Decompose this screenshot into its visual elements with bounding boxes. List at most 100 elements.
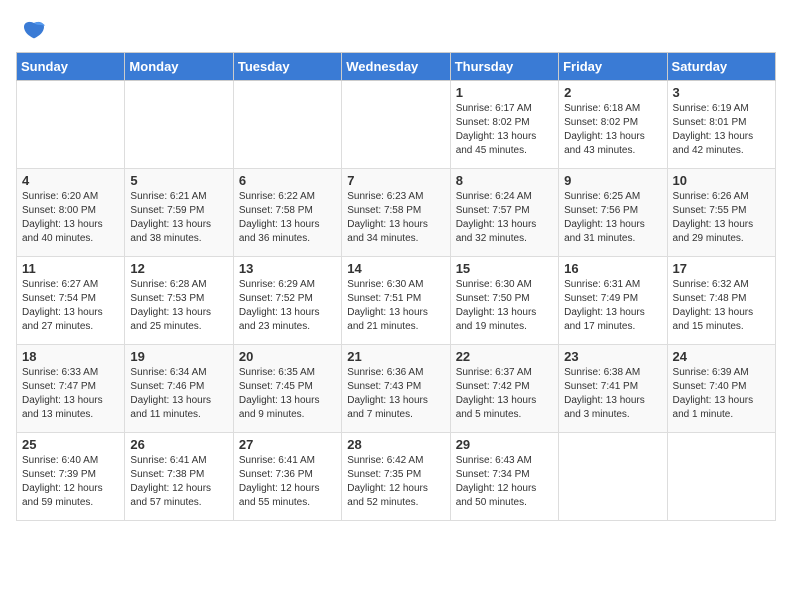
day-info: Sunrise: 6:31 AM Sunset: 7:49 PM Dayligh… bbox=[564, 278, 661, 334]
day-info: Sunrise: 6:30 AM Sunset: 7:51 PM Dayligh… bbox=[347, 278, 444, 334]
day-info: Sunrise: 6:23 AM Sunset: 7:58 PM Dayligh… bbox=[347, 190, 444, 246]
calendar-cell bbox=[559, 433, 667, 521]
calendar-cell: 27 Sunrise: 6:41 AM Sunset: 7:36 PM Dayli… bbox=[233, 433, 341, 521]
calendar-week-row: 18 Sunrise: 6:33 AM Sunset: 7:47 PM Dayli… bbox=[17, 345, 776, 433]
calendar-cell: 19 Sunrise: 6:34 AM Sunset: 7:46 PM Dayli… bbox=[125, 345, 233, 433]
day-info: Sunrise: 6:39 AM Sunset: 7:40 PM Dayligh… bbox=[673, 366, 770, 422]
calendar-cell: 1Sunrise: 6:17 AM Sunset: 8:02 PM Daylig… bbox=[450, 81, 558, 169]
day-number: 21 bbox=[347, 349, 444, 364]
day-number: 28 bbox=[347, 437, 444, 452]
day-info: Sunrise: 6:18 AM Sunset: 8:02 PM Dayligh… bbox=[564, 102, 661, 158]
day-number: 6 bbox=[239, 173, 336, 188]
day-number: 23 bbox=[564, 349, 661, 364]
day-info: Sunrise: 6:35 AM Sunset: 7:45 PM Dayligh… bbox=[239, 366, 336, 422]
calendar-cell: 13 Sunrise: 6:29 AM Sunset: 7:52 PM Dayli… bbox=[233, 257, 341, 345]
day-info: Sunrise: 6:30 AM Sunset: 7:50 PM Dayligh… bbox=[456, 278, 553, 334]
day-info: Sunrise: 6:34 AM Sunset: 7:46 PM Dayligh… bbox=[130, 366, 227, 422]
calendar-header-row: SundayMondayTuesdayWednesdayThursdayFrid… bbox=[17, 53, 776, 81]
calendar-cell: 9 Sunrise: 6:25 AM Sunset: 7:56 PM Daylig… bbox=[559, 169, 667, 257]
day-number: 25 bbox=[22, 437, 119, 452]
col-header-sunday: Sunday bbox=[17, 53, 125, 81]
day-number: 7 bbox=[347, 173, 444, 188]
day-number: 27 bbox=[239, 437, 336, 452]
day-info: Sunrise: 6:19 AM Sunset: 8:01 PM Dayligh… bbox=[673, 102, 770, 158]
day-info: Sunrise: 6:29 AM Sunset: 7:52 PM Dayligh… bbox=[239, 278, 336, 334]
calendar-cell: 2 Sunrise: 6:18 AM Sunset: 8:02 PM Daylig… bbox=[559, 81, 667, 169]
calendar-cell: 12 Sunrise: 6:28 AM Sunset: 7:53 PM Dayli… bbox=[125, 257, 233, 345]
day-number: 26 bbox=[130, 437, 227, 452]
day-info: Sunrise: 6:41 AM Sunset: 7:36 PM Dayligh… bbox=[239, 454, 336, 510]
day-info: Sunrise: 6:38 AM Sunset: 7:41 PM Dayligh… bbox=[564, 366, 661, 422]
day-number: 4 bbox=[22, 173, 119, 188]
day-info: Sunrise: 6:26 AM Sunset: 7:55 PM Dayligh… bbox=[673, 190, 770, 246]
day-number: 9 bbox=[564, 173, 661, 188]
day-number: 10 bbox=[673, 173, 770, 188]
calendar-cell: 5Sunrise: 6:21 AM Sunset: 7:59 PM Daylig… bbox=[125, 169, 233, 257]
day-number: 14 bbox=[347, 261, 444, 276]
day-number: 17 bbox=[673, 261, 770, 276]
calendar-cell: 14 Sunrise: 6:30 AM Sunset: 7:51 PM Dayli… bbox=[342, 257, 450, 345]
day-number: 8 bbox=[456, 173, 553, 188]
day-info: Sunrise: 6:22 AM Sunset: 7:58 PM Dayligh… bbox=[239, 190, 336, 246]
calendar-cell: 28Sunrise: 6:42 AM Sunset: 7:35 PM Dayli… bbox=[342, 433, 450, 521]
calendar-cell: 6 Sunrise: 6:22 AM Sunset: 7:58 PM Daylig… bbox=[233, 169, 341, 257]
day-info: Sunrise: 6:28 AM Sunset: 7:53 PM Dayligh… bbox=[130, 278, 227, 334]
calendar-cell: 24 Sunrise: 6:39 AM Sunset: 7:40 PM Dayli… bbox=[667, 345, 775, 433]
calendar-cell: 21 Sunrise: 6:36 AM Sunset: 7:43 PM Dayli… bbox=[342, 345, 450, 433]
day-number: 19 bbox=[130, 349, 227, 364]
calendar-cell: 15 Sunrise: 6:30 AM Sunset: 7:50 PM Dayli… bbox=[450, 257, 558, 345]
day-info: Sunrise: 6:33 AM Sunset: 7:47 PM Dayligh… bbox=[22, 366, 119, 422]
calendar-cell: 25 Sunrise: 6:40 AM Sunset: 7:39 PM Dayli… bbox=[17, 433, 125, 521]
calendar-cell: 4Sunrise: 6:20 AM Sunset: 8:00 PM Daylig… bbox=[17, 169, 125, 257]
calendar-week-row: 11 Sunrise: 6:27 AM Sunset: 7:54 PM Dayli… bbox=[17, 257, 776, 345]
day-info: Sunrise: 6:27 AM Sunset: 7:54 PM Dayligh… bbox=[22, 278, 119, 334]
calendar-week-row: 4Sunrise: 6:20 AM Sunset: 8:00 PM Daylig… bbox=[17, 169, 776, 257]
calendar-cell: 3 Sunrise: 6:19 AM Sunset: 8:01 PM Daylig… bbox=[667, 81, 775, 169]
calendar-cell: 29 Sunrise: 6:43 AM Sunset: 7:34 PM Dayli… bbox=[450, 433, 558, 521]
day-number: 15 bbox=[456, 261, 553, 276]
day-info: Sunrise: 6:24 AM Sunset: 7:57 PM Dayligh… bbox=[456, 190, 553, 246]
day-number: 22 bbox=[456, 349, 553, 364]
day-info: Sunrise: 6:37 AM Sunset: 7:42 PM Dayligh… bbox=[456, 366, 553, 422]
calendar-cell: 16 Sunrise: 6:31 AM Sunset: 7:49 PM Dayli… bbox=[559, 257, 667, 345]
col-header-wednesday: Wednesday bbox=[342, 53, 450, 81]
day-number: 2 bbox=[564, 85, 661, 100]
day-info: Sunrise: 6:32 AM Sunset: 7:48 PM Dayligh… bbox=[673, 278, 770, 334]
day-number: 18 bbox=[22, 349, 119, 364]
calendar-cell bbox=[233, 81, 341, 169]
day-info: Sunrise: 6:40 AM Sunset: 7:39 PM Dayligh… bbox=[22, 454, 119, 510]
calendar-table: SundayMondayTuesdayWednesdayThursdayFrid… bbox=[16, 52, 776, 521]
day-number: 20 bbox=[239, 349, 336, 364]
calendar-cell: 20 Sunrise: 6:35 AM Sunset: 7:45 PM Dayli… bbox=[233, 345, 341, 433]
day-number: 16 bbox=[564, 261, 661, 276]
col-header-monday: Monday bbox=[125, 53, 233, 81]
day-number: 13 bbox=[239, 261, 336, 276]
calendar-cell bbox=[667, 433, 775, 521]
col-header-friday: Friday bbox=[559, 53, 667, 81]
calendar-cell: 10 Sunrise: 6:26 AM Sunset: 7:55 PM Dayli… bbox=[667, 169, 775, 257]
day-number: 3 bbox=[673, 85, 770, 100]
calendar-cell: 11 Sunrise: 6:27 AM Sunset: 7:54 PM Dayli… bbox=[17, 257, 125, 345]
day-info: Sunrise: 6:43 AM Sunset: 7:34 PM Dayligh… bbox=[456, 454, 553, 510]
calendar-cell: 23 Sunrise: 6:38 AM Sunset: 7:41 PM Dayli… bbox=[559, 345, 667, 433]
calendar-cell: 8 Sunrise: 6:24 AM Sunset: 7:57 PM Daylig… bbox=[450, 169, 558, 257]
calendar-cell bbox=[125, 81, 233, 169]
calendar-cell: 18 Sunrise: 6:33 AM Sunset: 7:47 PM Dayli… bbox=[17, 345, 125, 433]
logo-bird-icon bbox=[20, 16, 48, 44]
calendar-cell: 7 Sunrise: 6:23 AM Sunset: 7:58 PM Daylig… bbox=[342, 169, 450, 257]
day-info: Sunrise: 6:41 AM Sunset: 7:38 PM Dayligh… bbox=[130, 454, 227, 510]
day-number: 5 bbox=[130, 173, 227, 188]
day-number: 11 bbox=[22, 261, 119, 276]
day-number: 29 bbox=[456, 437, 553, 452]
day-info: Sunrise: 6:25 AM Sunset: 7:56 PM Dayligh… bbox=[564, 190, 661, 246]
day-info: Sunrise: 6:36 AM Sunset: 7:43 PM Dayligh… bbox=[347, 366, 444, 422]
calendar-cell: 22 Sunrise: 6:37 AM Sunset: 7:42 PM Dayli… bbox=[450, 345, 558, 433]
calendar-week-row: 25 Sunrise: 6:40 AM Sunset: 7:39 PM Dayli… bbox=[17, 433, 776, 521]
logo bbox=[16, 16, 48, 44]
day-number: 24 bbox=[673, 349, 770, 364]
calendar-cell bbox=[342, 81, 450, 169]
calendar-cell: 26 Sunrise: 6:41 AM Sunset: 7:38 PM Dayli… bbox=[125, 433, 233, 521]
day-number: 12 bbox=[130, 261, 227, 276]
day-number: 1 bbox=[456, 85, 553, 100]
col-header-tuesday: Tuesday bbox=[233, 53, 341, 81]
